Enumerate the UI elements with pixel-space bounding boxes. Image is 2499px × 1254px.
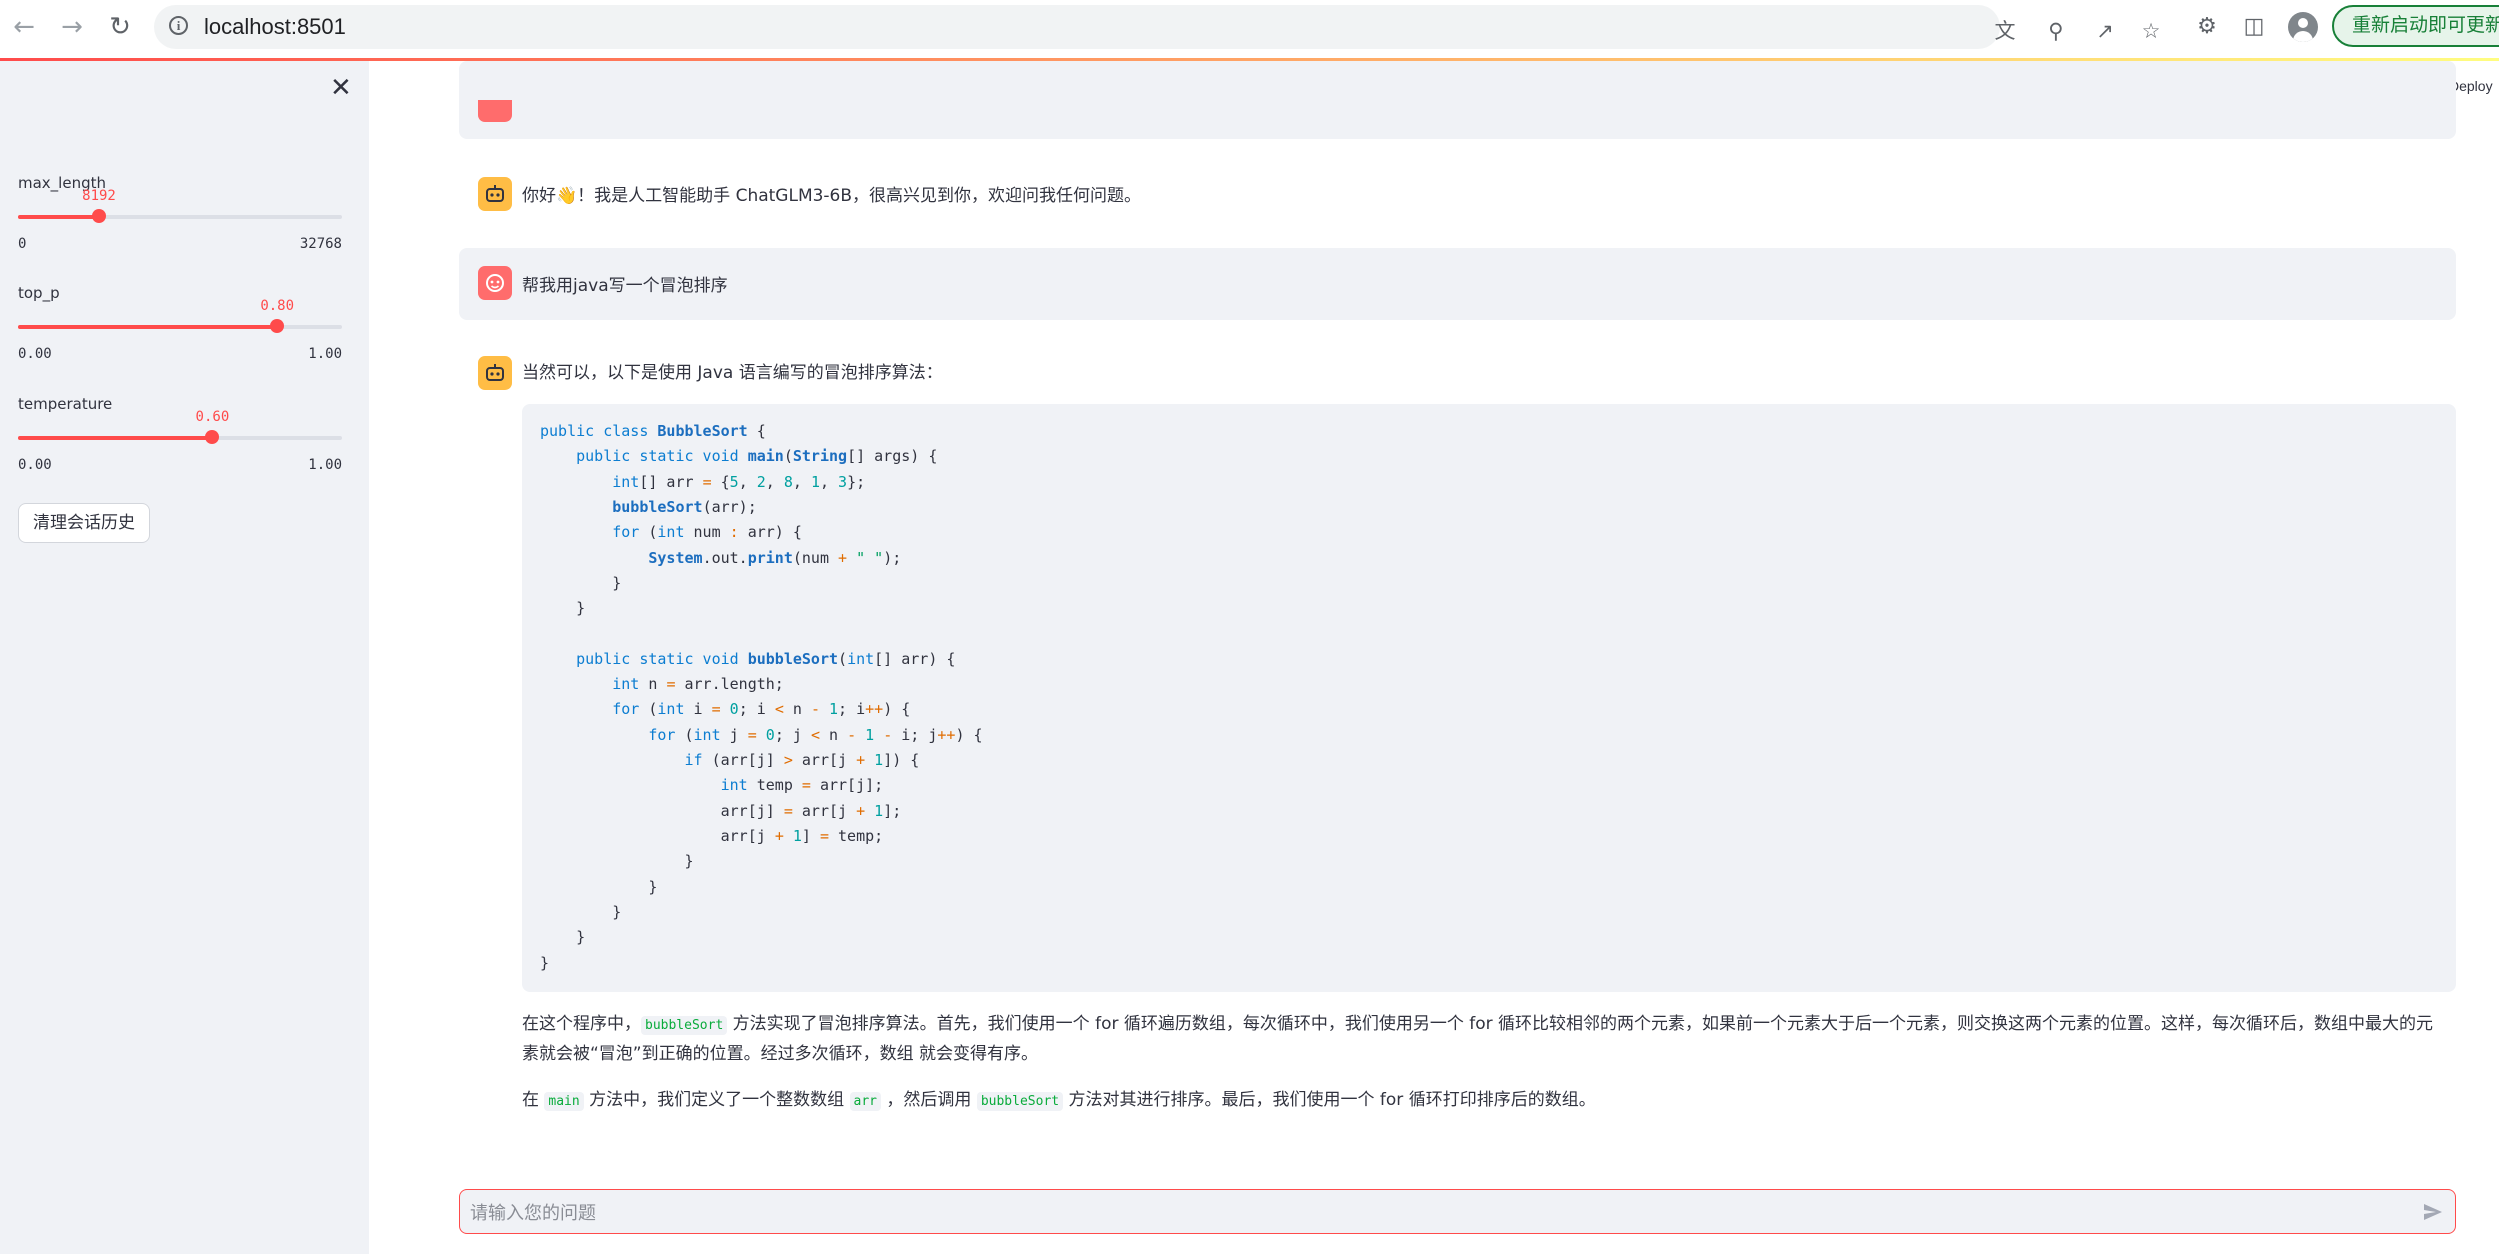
slider-min: 0.00: [18, 457, 52, 473]
slider-min: 0.00: [18, 346, 52, 362]
code-line: arr[j] = arr[j + 1];: [540, 802, 902, 820]
code-line: public static void main(String[] args) {: [576, 447, 938, 465]
robot-icon: [486, 364, 504, 381]
slider-track[interactable]: [18, 319, 342, 333]
slider-min: 0: [18, 236, 27, 252]
code-line: arr[j + 1] = temp;: [540, 827, 884, 845]
url-text: localhost:8501: [204, 14, 346, 39]
user-face-icon: [486, 274, 504, 292]
robot-icon: [486, 185, 504, 202]
bookmark-star-icon[interactable]: ☆: [2138, 18, 2164, 44]
sidebar: ✕ max_length 8192 0 32768 top_p 0.80 0.0…: [0, 61, 369, 1254]
address-bar[interactable]: i localhost:8501 文 ⚲ ↗ ☆: [154, 5, 2160, 49]
slider-thumb[interactable]: [270, 319, 285, 333]
user-message-text: 帮我用java写一个冒泡排序: [522, 276, 728, 296]
send-icon[interactable]: [2421, 1200, 2445, 1224]
code-line: }: [540, 574, 622, 592]
code-line: for (int num : arr) {: [612, 523, 802, 541]
code-line: }: [540, 903, 622, 921]
code-line: for (int i = 0; i < n - 1; i++) {: [612, 700, 911, 718]
zoom-icon[interactable]: ⚲: [2043, 18, 2069, 44]
translate-icon[interactable]: 文: [1992, 18, 2018, 44]
explanation-paragraph: 在这个程序中， bubbleSort 方法实现了冒泡排序算法。首先，我们使用一个 …: [522, 1014, 2434, 1064]
slider-value: 0.60: [195, 409, 230, 425]
code-block: public class BubbleSort { public static …: [522, 404, 2456, 992]
slider-max: 32768: [299, 236, 342, 252]
chat-message-user: [459, 248, 2456, 320]
code-line: int n = arr.length;: [612, 675, 784, 693]
code-line: int[] arr = {5, 2, 8, 1, 3};: [612, 473, 866, 491]
slider-track[interactable]: [18, 430, 342, 444]
user-avatar: [478, 266, 512, 300]
assistant-avatar: [478, 177, 512, 211]
assistant-avatar: [478, 356, 512, 390]
code-line: bubbleSort(arr);: [612, 498, 757, 516]
slider-max: 1.00: [308, 346, 342, 362]
chat-message-user-partial: [459, 61, 2456, 139]
site-info-icon[interactable]: i: [169, 16, 188, 35]
code-line: if (arr[j] > arr[j + 1]) {: [684, 751, 920, 769]
chat-input[interactable]: [468, 1196, 2402, 1230]
close-sidebar-icon[interactable]: ✕: [330, 75, 352, 101]
code-line: int temp = arr[j];: [720, 776, 884, 794]
slider-value: 0.80: [260, 298, 295, 314]
clear-history-button[interactable]: 清理会话历史: [18, 503, 150, 543]
forward-icon[interactable]: →: [58, 13, 86, 41]
update-button[interactable]: 重新启动即可更新: [2332, 5, 2499, 47]
slider-value: 8192: [82, 188, 116, 204]
share-icon[interactable]: ↗: [2092, 18, 2118, 44]
code-line: for (int j = 0; j < n - 1 - i; j++) {: [648, 726, 983, 744]
extensions-icon[interactable]: ⚙: [2193, 13, 2221, 41]
code-line: }: [540, 928, 586, 946]
slider-max: 1.00: [308, 457, 342, 473]
inline-code: main: [544, 1092, 584, 1111]
code-line: }: [540, 878, 658, 896]
slider-fill: [18, 215, 99, 219]
code-line: public class BubbleSort {: [540, 422, 766, 440]
slider-label: temperature: [18, 395, 113, 413]
profile-avatar[interactable]: [2288, 12, 2318, 42]
side-panel-icon[interactable]: ◫: [2240, 13, 2268, 41]
inline-code: arr: [849, 1092, 882, 1111]
reload-icon[interactable]: ↻: [106, 13, 134, 41]
chat-input-container: [459, 1189, 2456, 1234]
code-line: public static void bubbleSort(int[] arr)…: [576, 650, 956, 668]
slider-fill: [18, 436, 213, 440]
slider-thumb[interactable]: [92, 209, 106, 223]
assistant-greeting: 你好👋！我是人工智能助手 ChatGLM3-6B，很高兴见到你，欢迎问我任何问题…: [522, 186, 1142, 206]
code-line: System.out.print(num + " ");: [648, 549, 902, 567]
code-line: }: [540, 599, 586, 617]
assistant-intro: 当然可以，以下是使用 Java 语言编写的冒泡排序算法：: [522, 363, 943, 383]
code-line: }: [540, 954, 550, 972]
inline-code: bubbleSort: [641, 1016, 728, 1035]
slider-thumb[interactable]: [205, 430, 220, 444]
slider-fill: [18, 325, 278, 329]
code-line: }: [540, 852, 694, 870]
inline-code: bubbleSort: [976, 1092, 1064, 1111]
back-icon[interactable]: ←: [10, 13, 38, 41]
explanation-paragraph: 在 main 方法中，我们定义了一个整数数组 arr ，然后调用 bubbleS…: [522, 1090, 1596, 1111]
browser-toolbar: ← → ↻ i localhost:8501 文 ⚲ ↗ ☆ ⚙ ◫ 重新启动即…: [0, 0, 2499, 58]
slider-label: top_p: [18, 284, 60, 302]
slider-track[interactable]: [18, 209, 342, 223]
